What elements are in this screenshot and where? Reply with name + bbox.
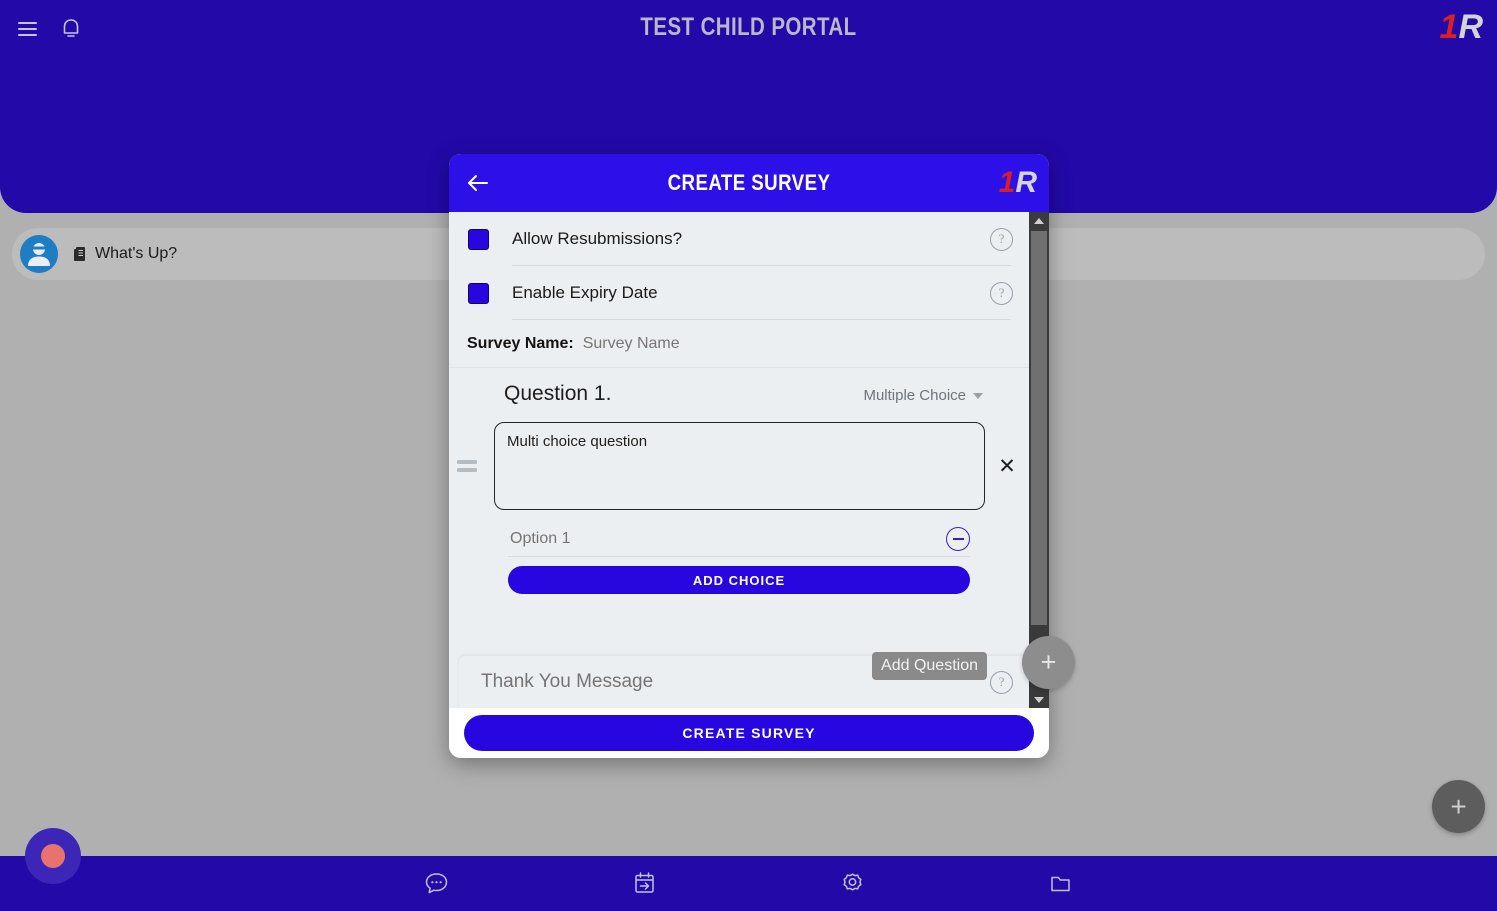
modal-scroll-area: Allow Resubmissions? ? Enable Expiry Dat…	[449, 212, 1029, 708]
hamburger-menu-button[interactable]	[12, 14, 42, 44]
add-choice-button[interactable]: ADD CHOICE	[508, 566, 970, 594]
whats-up-label: What's Up?	[95, 245, 178, 262]
nav-calendar[interactable]	[625, 864, 665, 904]
bottom-navigation-bar	[0, 856, 1497, 911]
choice-row-1	[508, 522, 970, 557]
calendar-export-icon	[635, 872, 654, 893]
plus-icon: +	[1450, 790, 1467, 822]
minus-circle-icon[interactable]	[946, 527, 970, 551]
question-body: ✕	[449, 422, 1029, 510]
modal-logo-letter: R	[1015, 166, 1037, 199]
close-x-icon[interactable]: ✕	[989, 454, 1025, 479]
allow-resubmissions-label: Allow Resubmissions?	[512, 229, 683, 248]
notification-bell-icon	[63, 19, 79, 37]
add-question-button[interactable]: +	[1022, 636, 1075, 689]
add-question-tooltip: Add Question	[872, 652, 987, 680]
document-glyph	[74, 246, 85, 261]
enable-expiry-date-label: Enable Expiry Date	[512, 283, 658, 302]
setting-row-allow-resubmissions: Allow Resubmissions? ?	[449, 212, 1029, 266]
drag-handle-icon[interactable]	[457, 455, 483, 477]
question-title: Question 1.	[504, 382, 612, 405]
choice-input-1[interactable]	[508, 529, 946, 549]
survey-name-label: Survey Name:	[467, 334, 574, 352]
create-survey-modal: CREATE SURVEY 1R Allow Resubmissions? ?	[449, 154, 1075, 758]
nav-files[interactable]	[1041, 864, 1081, 904]
hamburger-menu-icon	[17, 22, 37, 36]
record-button[interactable]	[25, 828, 81, 884]
enable-expiry-date-help-icon[interactable]: ?	[990, 281, 1013, 305]
record-dot-icon	[41, 844, 65, 868]
enable-expiry-date-checkbox[interactable]	[468, 282, 489, 304]
plus-icon: +	[1040, 647, 1057, 677]
question-header: Question 1. Multiple Choice	[449, 382, 1029, 406]
app-title: TEST CHILD PORTAL	[640, 13, 857, 41]
question-type-value: Multiple Choice	[863, 387, 966, 404]
document-icon	[73, 246, 88, 263]
logo-letter: R	[1458, 8, 1483, 46]
modal-scrollbar[interactable]	[1029, 212, 1049, 708]
setting-row-enable-expiry-date: Enable Expiry Date ?	[449, 266, 1029, 320]
back-arrow-icon	[468, 175, 488, 191]
survey-name-input[interactable]	[580, 333, 915, 354]
scroll-down-arrow-icon[interactable]	[1029, 691, 1049, 708]
nav-settings[interactable]	[833, 864, 873, 904]
chevron-down-icon	[973, 392, 983, 399]
modal-header: CREATE SURVEY 1R	[449, 154, 1049, 212]
question-card-1: Question 1. Multiple Choice ✕	[449, 368, 1029, 594]
chat-bubble-icon	[425, 873, 448, 894]
modal-logo-digit: 1	[998, 166, 1016, 199]
page-add-fab[interactable]: +	[1432, 780, 1485, 833]
modal-title: CREATE SURVEY	[667, 170, 831, 195]
user-avatar-icon	[20, 235, 58, 273]
row-divider	[512, 319, 1011, 320]
modal-body: Allow Resubmissions? ? Enable Expiry Dat…	[449, 212, 1049, 708]
survey-name-row: Survey Name:	[449, 320, 1029, 368]
scroll-up-arrow-icon[interactable]	[1029, 212, 1049, 229]
brand-logo-1r: 1R	[1440, 10, 1483, 44]
thank-you-help-icon[interactable]: ?	[990, 670, 1013, 694]
back-button[interactable]	[461, 166, 495, 200]
question-text-input[interactable]	[494, 422, 985, 510]
modal-brand-logo-1r: 1R	[999, 168, 1037, 198]
nav-messages[interactable]	[417, 864, 457, 904]
question-type-dropdown[interactable]: Multiple Choice	[863, 387, 983, 404]
modal-footer: CREATE SURVEY	[449, 708, 1049, 758]
create-survey-submit-button[interactable]: CREATE SURVEY	[464, 715, 1034, 751]
logo-digit: 1	[1439, 8, 1459, 46]
folder-icon	[1051, 876, 1070, 892]
avatar-person-glyph	[20, 235, 58, 273]
gear-icon	[843, 873, 862, 891]
allow-resubmissions-checkbox[interactable]	[468, 228, 489, 250]
allow-resubmissions-help-icon[interactable]: ?	[990, 227, 1013, 251]
top-bar-icon-group	[12, 14, 86, 44]
notification-bell-button[interactable]	[56, 14, 86, 44]
scrollbar-thumb[interactable]	[1031, 231, 1047, 625]
